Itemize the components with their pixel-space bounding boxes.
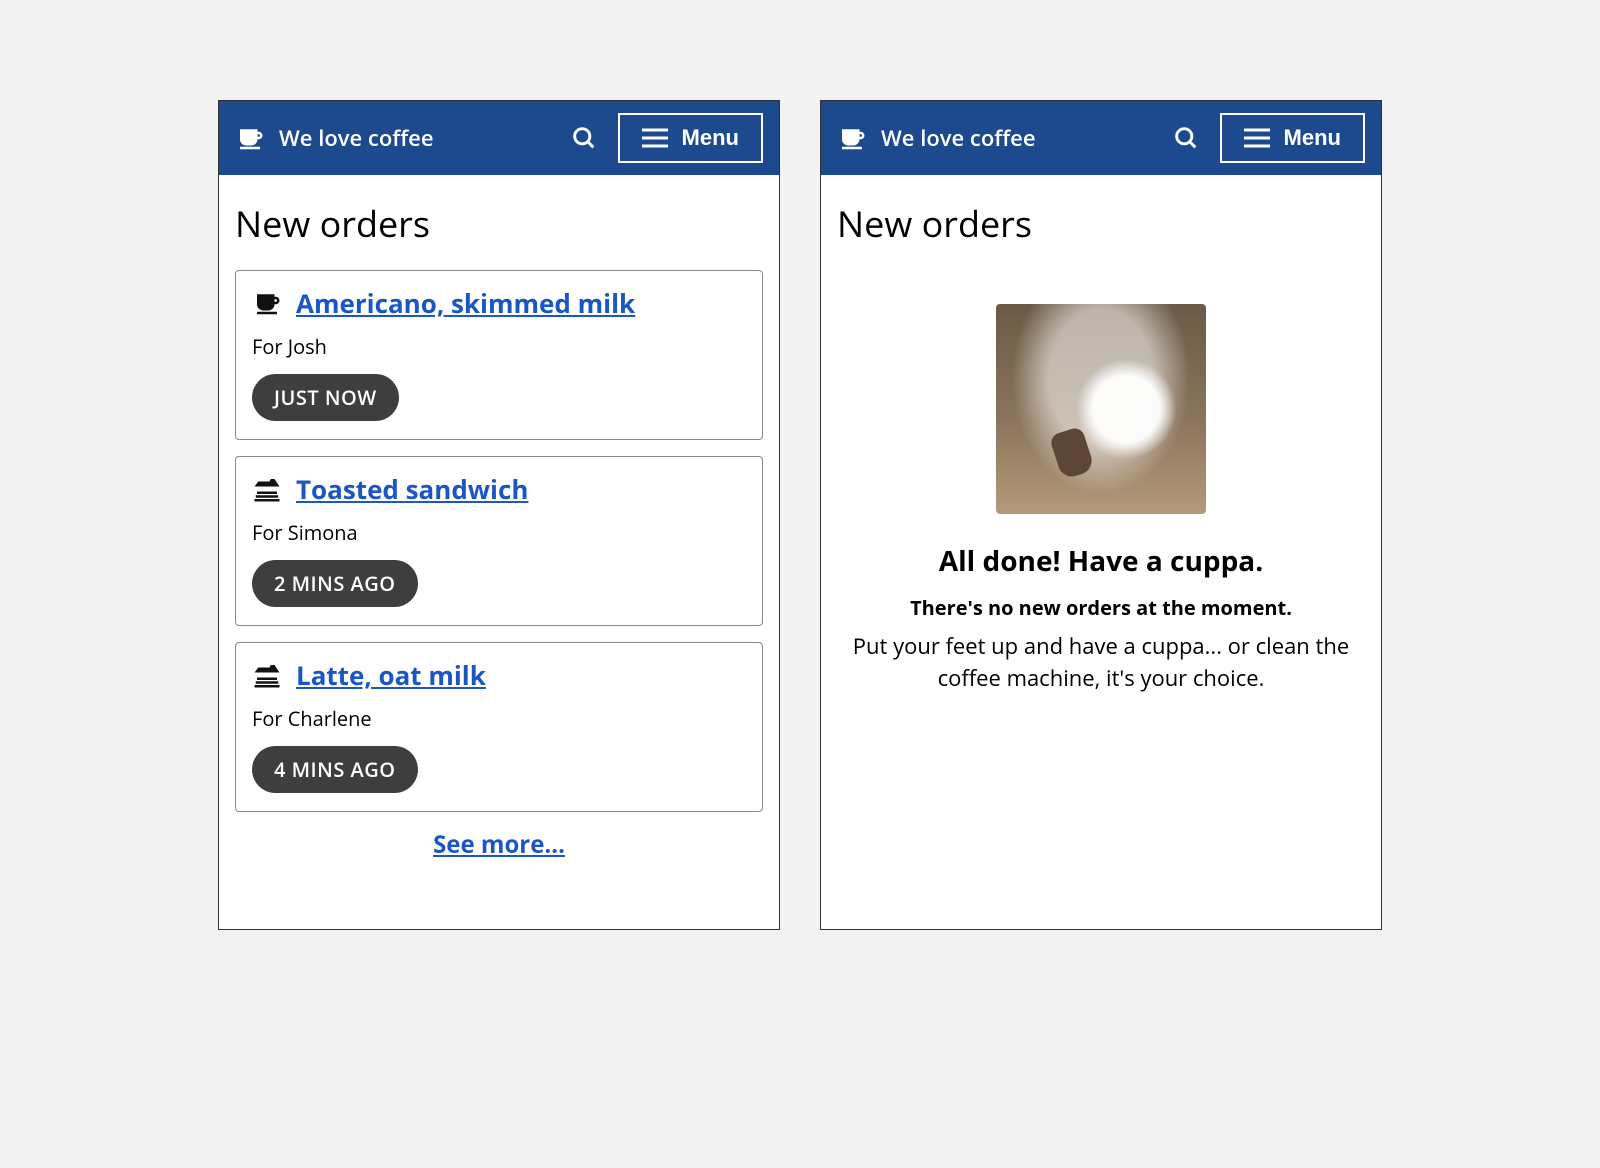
see-more-link[interactable]: See more... [433,828,565,861]
coffee-photo [996,304,1206,514]
coffee-cup-icon [837,123,867,153]
time-badge: JUST NOW [252,374,399,421]
hamburger-icon [1244,128,1270,148]
time-badge: 4 MINS AGO [252,746,418,793]
empty-body: Put your feet up and have a cuppa... or … [847,631,1355,695]
order-for: For Charlene [252,705,746,732]
empty-title: All done! Have a cuppa. [847,542,1355,580]
page-title: New orders [235,199,763,248]
order-card: Toasted sandwich For Simona 2 MINS AGO [235,456,763,626]
order-card: Americano, skimmed milk For Josh JUST NO… [235,270,763,440]
search-icon [1172,124,1200,152]
order-title-link[interactable]: Latte, oat milk [296,657,486,693]
empty-subtitle: There's no new orders at the moment. [847,594,1355,621]
menu-button[interactable]: Menu [618,113,763,163]
screen-empty-state: We love coffee Menu New orders All done!… [820,100,1382,930]
app-header: We love coffee Menu [821,101,1381,175]
page-title: New orders [837,199,1365,248]
coffee-cup-icon [235,123,265,153]
menu-label: Menu [1284,125,1341,151]
content-area: New orders Americano, skimmed milk For J… [219,175,779,885]
app-title: We love coffee [279,123,550,153]
search-icon [570,124,598,152]
hamburger-icon [642,128,668,148]
empty-state: All done! Have a cuppa. There's no new o… [837,270,1365,705]
app-title: We love coffee [881,123,1152,153]
search-button[interactable] [1166,118,1206,158]
food-icon [252,474,282,504]
search-button[interactable] [564,118,604,158]
time-badge: 2 MINS AGO [252,560,418,607]
see-more-container: See more... [235,828,763,861]
content-area: New orders All done! Have a cuppa. There… [821,175,1381,729]
food-icon [252,660,282,690]
order-for: For Josh [252,333,746,360]
screen-with-orders: We love coffee Menu New orders Americano… [218,100,780,930]
menu-label: Menu [682,125,739,151]
order-card: Latte, oat milk For Charlene 4 MINS AGO [235,642,763,812]
app-header: We love coffee Menu [219,101,779,175]
coffee-icon [252,288,282,318]
menu-button[interactable]: Menu [1220,113,1365,163]
order-title-link[interactable]: Americano, skimmed milk [296,285,635,321]
order-title-link[interactable]: Toasted sandwich [296,471,528,507]
order-for: For Simona [252,519,746,546]
